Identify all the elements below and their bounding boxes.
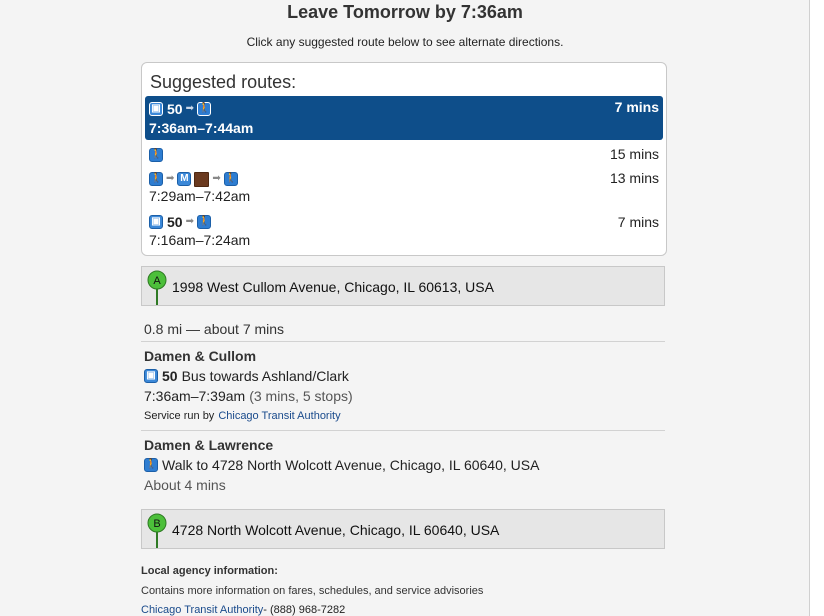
route-option-4[interactable]: ▣ 50 ➡ 🚶 7:16am–7:24am 7 mins <box>145 211 663 251</box>
arrow-right-icon: ➡ <box>185 216 194 227</box>
step-1-bus-number: 50 <box>162 368 178 384</box>
route-3-modes: 🚶 ➡ M ➡ 🚶 <box>149 171 238 187</box>
bus-icon: ▣ <box>144 369 158 383</box>
metro-icon: M <box>177 172 192 186</box>
origin-address-box: A 1998 West Cullom Avenue, Chicago, IL 6… <box>141 266 665 306</box>
page-subtitle: Click any suggested route below to see a… <box>246 35 564 49</box>
route-duration: 15 mins <box>609 146 659 162</box>
route-2-modes: 🚶 <box>149 147 163 163</box>
bus-route-number: 50 <box>167 101 183 117</box>
route-time: 7:16am–7:24am <box>149 232 251 248</box>
step-1-time-row: 7:36am–7:39am (3 mins, 5 stops) <box>144 388 353 404</box>
walk-icon: 🚶 <box>144 458 158 472</box>
step-2-stop: Damen & Lawrence <box>144 437 274 453</box>
window-scroll-edge <box>809 0 824 616</box>
origin-address: 1998 West Cullom Avenue, Chicago, IL 606… <box>172 279 494 295</box>
route-duration: 13 mins <box>609 170 659 186</box>
service-prefix: Service run by <box>144 410 215 422</box>
step-2-walk-text: Walk to 4728 North Wolcott Avenue, Chica… <box>162 457 540 473</box>
divider <box>141 341 665 342</box>
suggested-routes-panel: Suggested routes: ▣ 50 ➡ 🚶 7:36am–7:44am… <box>141 62 667 256</box>
step-1-instruction: ▣ 50 Bus towards Ashland/Clark <box>144 368 349 384</box>
step-1-time: 7:36am–7:39am <box>144 388 246 404</box>
marker-a-icon: A <box>147 270 167 305</box>
walk-icon: 🚶 <box>223 172 238 186</box>
walk-icon: 🚶 <box>149 148 163 162</box>
walk-icon: 🚶 <box>196 215 211 229</box>
agency-info-description: Contains more information on fares, sche… <box>141 585 484 597</box>
route-option-1[interactable]: ▣ 50 ➡ 🚶 7:36am–7:44am 7 mins <box>145 96 663 140</box>
step-1-stop: Damen & Cullom <box>144 348 257 364</box>
step-1-service: Service run by Chicago Transit Authority <box>144 410 341 422</box>
arrow-right-icon: ➡ <box>166 173 175 184</box>
page-title: Leave Tomorrow by 7:36am <box>287 2 523 22</box>
agency-info-contact: Chicago Transit Authority - (888) 968-72… <box>141 604 345 616</box>
walk-icon: 🚶 <box>149 172 163 186</box>
route-option-3[interactable]: 🚶 ➡ M ➡ 🚶 7:29am–7:42am 13 mins <box>145 167 663 207</box>
arrow-right-icon: ➡ <box>212 173 221 184</box>
svg-text:B: B <box>153 518 160 530</box>
agency-link[interactable]: Chicago Transit Authority <box>218 410 340 422</box>
svg-text:A: A <box>153 275 161 287</box>
bus-icon: ▣ <box>149 215 163 229</box>
route-time: 7:29am–7:42am <box>149 188 251 204</box>
route-4-modes: ▣ 50 ➡ 🚶 <box>149 214 211 230</box>
step-1-detail: (3 mins, 5 stops) <box>249 388 353 404</box>
route-duration: 7 mins <box>617 214 659 230</box>
route-option-2[interactable]: 🚶 15 mins <box>145 143 663 165</box>
agency-phone: - (888) 968-7282 <box>263 604 346 616</box>
step-2-instruction: 🚶 Walk to 4728 North Wolcott Avenue, Chi… <box>144 457 539 473</box>
route-1-modes: ▣ 50 ➡ 🚶 <box>149 101 211 117</box>
trip-summary: 0.8 mi — about 7 mins <box>144 321 285 337</box>
suggested-routes-title: Suggested routes: <box>150 72 297 92</box>
agency-info-link[interactable]: Chicago Transit Authority <box>141 604 263 616</box>
route-time: 7:36am–7:44am <box>149 120 254 136</box>
walk-icon: 🚶 <box>196 102 211 116</box>
bus-route-number: 50 <box>167 214 183 230</box>
arrow-right-icon: ➡ <box>185 103 194 114</box>
agency-info-heading: Local agency information: <box>141 565 278 577</box>
step-2-duration: About 4 mins <box>144 477 226 493</box>
marker-b-icon: B <box>147 513 167 548</box>
destination-address-box: B 4728 North Wolcott Avenue, Chicago, IL… <box>141 509 665 549</box>
destination-address: 4728 North Wolcott Avenue, Chicago, IL 6… <box>172 522 500 538</box>
route-duration: 7 mins <box>614 99 659 115</box>
bus-icon: ▣ <box>149 102 163 116</box>
step-1-bus-text: Bus towards Ashland/Clark <box>181 368 349 384</box>
divider <box>141 430 665 431</box>
brown-line-icon <box>194 171 210 187</box>
